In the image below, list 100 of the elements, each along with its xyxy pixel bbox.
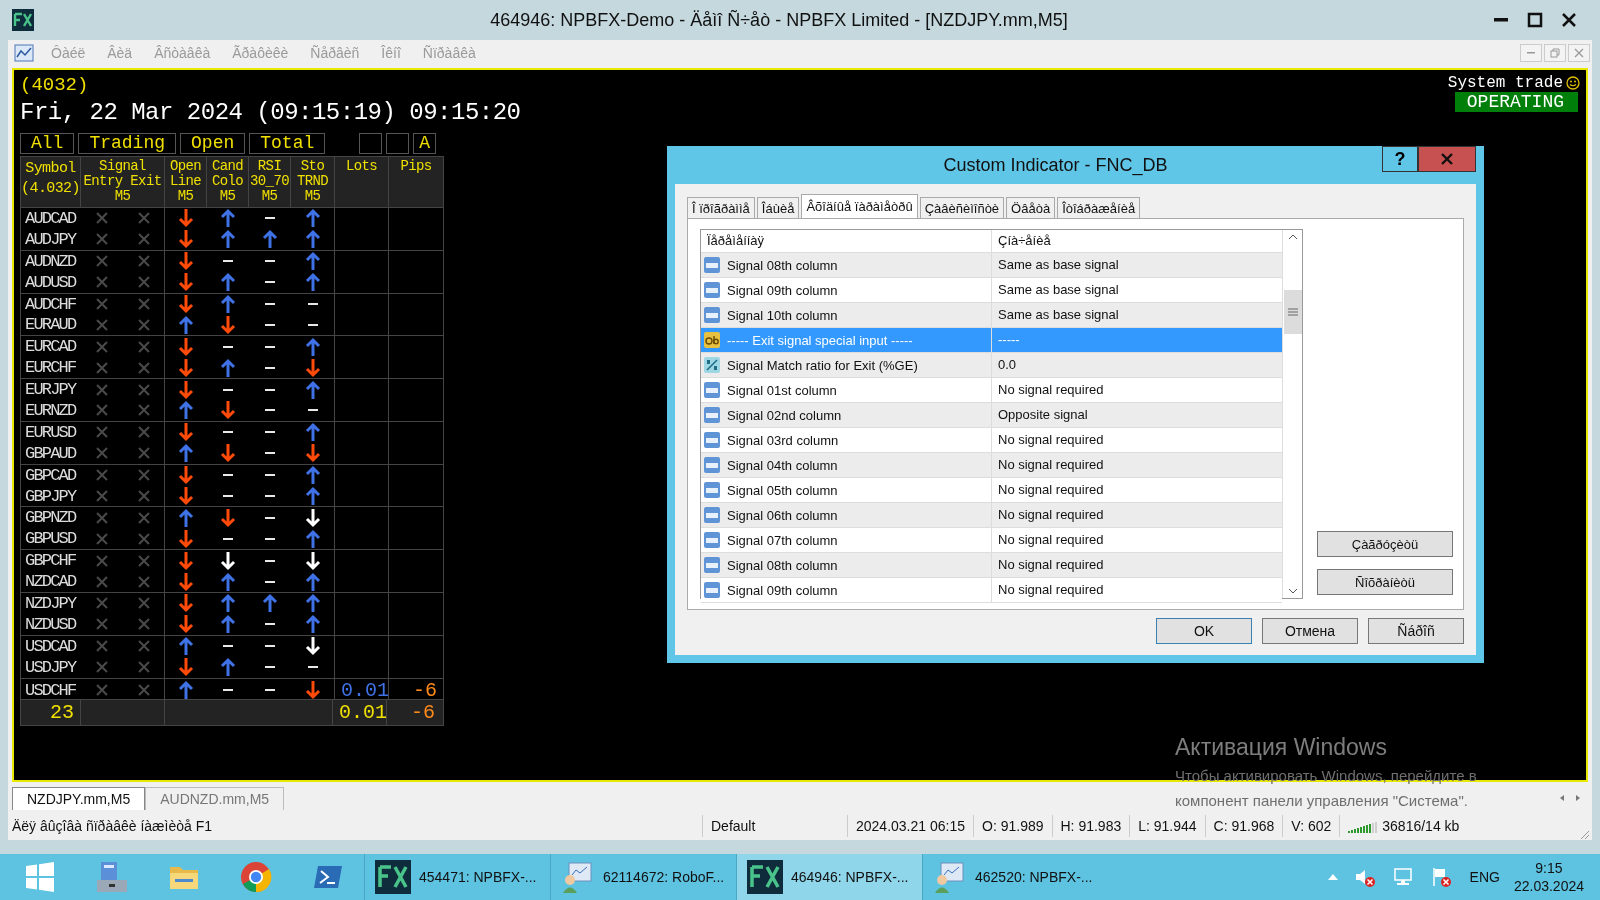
down-arrow-icon bbox=[220, 314, 236, 335]
up-arrow-icon bbox=[178, 636, 194, 657]
symbol-cell-text: USDCHF bbox=[24, 680, 77, 700]
parameter-row[interactable]: Signal 08th column No signal required bbox=[701, 553, 1282, 578]
dialog-tab[interactable]: Çàâèñèìîñòè bbox=[919, 197, 1005, 218]
taskbar-app-button[interactable]: 464946: NPBFX-... bbox=[736, 854, 922, 900]
dash-icon bbox=[307, 666, 318, 669]
dialog-tab[interactable]: Öâåòà bbox=[1006, 197, 1056, 218]
dash-icon bbox=[265, 645, 275, 648]
symbol-cell-text: GBPCHF bbox=[24, 551, 77, 571]
scroll-up-icon[interactable] bbox=[1287, 234, 1298, 240]
filter-button[interactable]: All bbox=[20, 133, 75, 154]
up-arrow-icon bbox=[304, 229, 321, 250]
string-type-icon bbox=[703, 331, 721, 349]
dialog-tab[interactable]: Âõîäíûå ïàðàìåòðû bbox=[801, 194, 918, 218]
symbol-cell-text: EURCHF bbox=[24, 358, 77, 378]
parameter-name: Signal 04th column bbox=[727, 457, 838, 473]
cross-icon bbox=[96, 640, 108, 653]
scroll-right-icon[interactable] bbox=[1574, 794, 1582, 802]
parameter-name: Signal 09th column bbox=[727, 582, 838, 598]
connection-bars-icon bbox=[1348, 819, 1379, 833]
minimize-icon bbox=[1527, 52, 1535, 54]
parameter-name: Signal 05th column bbox=[727, 482, 838, 498]
help-hint: Äëÿ âûçîâà ñïðàâêè íàæìèòå F1 bbox=[11, 818, 214, 834]
empty-toggle-button[interactable] bbox=[386, 133, 410, 154]
scroll-thumb[interactable] bbox=[1283, 290, 1302, 334]
symbol-cell-text: NZDJPY bbox=[24, 593, 77, 613]
resize-grip-icon[interactable] bbox=[1578, 828, 1590, 840]
up-arrow-icon bbox=[178, 314, 194, 335]
parameter-row[interactable]: Signal 05th column No signal required bbox=[701, 478, 1282, 503]
filter-button[interactable]: Total bbox=[249, 133, 326, 154]
cross-icon bbox=[96, 212, 108, 225]
cross-icon bbox=[96, 554, 108, 567]
cross-icon bbox=[96, 511, 108, 524]
up-arrow-icon bbox=[304, 614, 321, 635]
cross-icon bbox=[96, 532, 108, 545]
down-arrow-icon bbox=[304, 443, 321, 464]
column-header: Sto TRND M5 bbox=[291, 157, 335, 207]
scroll-down-icon[interactable] bbox=[1287, 588, 1298, 594]
pips-total-cell: -6 bbox=[411, 701, 435, 725]
symbol-cell-text: EURJPY bbox=[24, 380, 77, 400]
dash-icon bbox=[265, 345, 275, 348]
parameter-row[interactable]: Signal 08th column Same as base signal bbox=[701, 253, 1282, 278]
filter-button[interactable]: Trading bbox=[78, 133, 177, 154]
parameter-row[interactable]: Signal Match ratio for Exit (%GE) 0.0 bbox=[701, 353, 1282, 378]
clock-date[interactable]: 22.03.2024 bbox=[1513, 877, 1584, 895]
parameter-row[interactable]: Signal 09th column No signal required bbox=[701, 578, 1282, 603]
restore-button[interactable] bbox=[1544, 44, 1566, 62]
up-arrow-icon bbox=[262, 229, 278, 250]
down-arrow-icon bbox=[178, 657, 194, 678]
chart-tab[interactable]: AUDNZD.mm,M5 bbox=[145, 787, 285, 810]
chart-tab[interactable]: NZDJPY.mm,M5 bbox=[12, 787, 146, 810]
status-field: Default bbox=[702, 815, 847, 837]
dash-icon bbox=[265, 217, 275, 220]
cross-icon bbox=[96, 426, 108, 439]
dash-icon bbox=[223, 260, 233, 263]
parameter-row[interactable]: Signal 03rd column No signal required bbox=[701, 428, 1282, 453]
mode-button[interactable]: A bbox=[413, 133, 437, 154]
parameter-row[interactable]: Signal 02nd column Opposite signal bbox=[701, 403, 1282, 428]
parameter-row[interactable]: Signal 04th column No signal required bbox=[701, 453, 1282, 478]
side-button[interactable]: Çàãðóçèòü bbox=[1317, 531, 1453, 557]
scrollbar[interactable] bbox=[1282, 230, 1302, 598]
dialog-button[interactable]: OK bbox=[1156, 618, 1252, 644]
symbol-cell-text: EURAUD bbox=[24, 315, 77, 335]
symbol-cell-text: GBPNZD bbox=[24, 508, 77, 528]
cross-icon bbox=[137, 511, 150, 524]
dialog-button[interactable]: Отмена bbox=[1262, 618, 1358, 644]
status-badge: OPERATING bbox=[1454, 92, 1578, 112]
parameter-row[interactable]: Signal 06th column No signal required bbox=[701, 503, 1282, 528]
symbol-cell-text: EURNZD bbox=[24, 400, 77, 420]
scroll-left-icon[interactable] bbox=[1558, 794, 1566, 802]
cross-icon bbox=[96, 233, 108, 246]
up-arrow-icon bbox=[304, 571, 321, 592]
status-field: H: 91.983 bbox=[1051, 815, 1130, 837]
parameter-name: Signal 03rd column bbox=[727, 432, 839, 448]
dialog-tab[interactable]: Îáùèå bbox=[756, 197, 800, 218]
window-title: 464946: NPBFX-Demo - Äåìî Ñ÷åò - NPBFX Limited - [NZDJPY.mm,M5] bbox=[489, 9, 1069, 31]
parameter-row[interactable]: Signal 01st column No signal required bbox=[701, 378, 1282, 403]
side-button[interactable]: Ñîõðàíèòü bbox=[1317, 569, 1453, 595]
parameter-name: Signal 07th column bbox=[727, 532, 838, 548]
caret-up-icon[interactable] bbox=[1327, 874, 1338, 880]
grip-lines-icon bbox=[1287, 308, 1298, 316]
cross-icon bbox=[96, 404, 108, 417]
close-icon bbox=[1574, 48, 1584, 58]
network-icon[interactable] bbox=[1391, 866, 1414, 888]
language-indicator[interactable]: ENG bbox=[1469, 869, 1500, 885]
filter-button[interactable]: Open bbox=[180, 133, 246, 154]
parameter-row[interactable]: Signal 10th column Same as base signal bbox=[701, 303, 1282, 328]
integer-type-icon bbox=[703, 481, 721, 499]
parameter-row[interactable]: Signal 09th column Same as base signal bbox=[701, 278, 1282, 303]
help-button[interactable]: ? bbox=[1382, 146, 1418, 172]
dialog-button[interactable]: Ñáðîñ bbox=[1368, 618, 1464, 644]
clock-time[interactable]: 9:15 bbox=[1535, 859, 1563, 877]
empty-toggle-button[interactable] bbox=[359, 133, 383, 154]
column-header: Ïåðåìåííàÿ bbox=[706, 232, 766, 250]
dialog-tab[interactable]: Îòîáðàæåíèå bbox=[1057, 197, 1141, 218]
parameter-row[interactable]: Signal 07th column No signal required bbox=[701, 528, 1282, 553]
parameter-name: Signal Match ratio for Exit (%GE) bbox=[727, 357, 918, 373]
dialog-tab[interactable]: Î ïðîãðàììå bbox=[687, 197, 755, 218]
cross-icon bbox=[137, 340, 150, 353]
